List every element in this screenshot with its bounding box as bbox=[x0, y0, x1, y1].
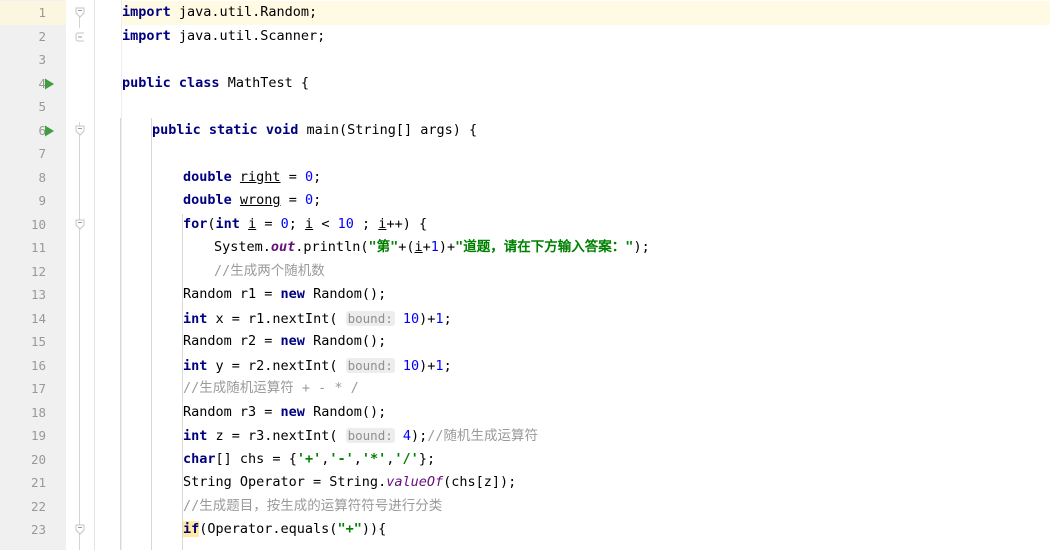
code-text: //生成题目，按生成的运算符符号进行分类 bbox=[183, 497, 443, 514]
code-editor[interactable]: 1 import java.util.Random; 2 import java… bbox=[0, 0, 1050, 550]
code-text: System.out.println("第"+(i+1)+"道题，请在下方输入答… bbox=[214, 239, 650, 255]
code-line[interactable]: 6 public static void main(String[] args)… bbox=[0, 119, 1050, 143]
code-line[interactable]: 14 int x = r1.nextInt( bound: 10)+1; bbox=[0, 307, 1050, 331]
parameter-hint: bound: bbox=[345, 357, 395, 373]
line-number: 22 bbox=[30, 498, 46, 514]
line-number: 6 bbox=[38, 122, 46, 138]
code-text: import java.util.Scanner; bbox=[122, 27, 326, 44]
fold-marker-icon[interactable] bbox=[72, 522, 88, 538]
line-number: 16 bbox=[30, 357, 46, 373]
line-number: 20 bbox=[30, 451, 46, 467]
code-text: int y = r2.nextInt( bound: 10)+1; bbox=[183, 357, 452, 374]
code-line[interactable]: 5 bbox=[0, 95, 1050, 119]
line-number: 11 bbox=[30, 240, 46, 255]
code-line[interactable]: 7 bbox=[0, 142, 1050, 166]
code-line[interactable]: 3 bbox=[0, 48, 1050, 72]
run-arrow-icon[interactable] bbox=[42, 124, 56, 138]
code-line[interactable]: 20 char[] chs = {'+','-','*','/'}; bbox=[0, 448, 1050, 472]
code-line[interactable]: 19 int z = r3.nextInt( bound: 4);//随机生成运… bbox=[0, 424, 1050, 448]
code-line[interactable]: 1 import java.util.Random; bbox=[0, 1, 1050, 25]
code-text: public static void main(String[] args) { bbox=[152, 121, 478, 138]
code-text: //生成随机运算符 + - * / bbox=[183, 380, 359, 396]
line-number: 4 bbox=[38, 75, 46, 91]
code-line[interactable]: 17 //生成随机运算符 + - * / bbox=[0, 377, 1050, 401]
code-text: Random r1 = new Random(); bbox=[183, 286, 387, 302]
line-number: 17 bbox=[30, 381, 46, 396]
line-number: 8 bbox=[38, 169, 46, 185]
code-line[interactable]: 13 Random r1 = new Random(); bbox=[0, 283, 1050, 307]
code-text: int z = r3.nextInt( bound: 4);//随机生成运算符 bbox=[183, 428, 539, 444]
line-number: 10 bbox=[30, 216, 46, 232]
fold-marker-icon[interactable] bbox=[72, 5, 88, 21]
line-number: 5 bbox=[38, 99, 46, 114]
code-text: for(int i = 0; i < 10 ; i++) { bbox=[183, 215, 428, 232]
code-text: double right = 0; bbox=[183, 168, 322, 185]
fold-marker-icon[interactable] bbox=[72, 29, 88, 45]
code-line[interactable]: 21 String Operator = String.valueOf(chs[… bbox=[0, 471, 1050, 495]
code-line[interactable]: 9 double wrong = 0; bbox=[0, 189, 1050, 213]
line-number: 23 bbox=[30, 522, 46, 537]
code-text: Random r3 = new Random(); bbox=[183, 403, 387, 420]
code-text: public class MathTest { bbox=[122, 74, 309, 91]
line-number: 15 bbox=[30, 334, 46, 349]
code-line[interactable]: 2 import java.util.Scanner; bbox=[0, 25, 1050, 49]
code-text: import java.util.Random; bbox=[122, 4, 318, 20]
code-text: //生成两个随机数 bbox=[214, 262, 325, 279]
parameter-hint: bound: bbox=[345, 428, 395, 443]
code-text: Random r2 = new Random(); bbox=[183, 333, 387, 349]
code-line[interactable]: 22 //生成题目，按生成的运算符符号进行分类 bbox=[0, 495, 1050, 519]
line-number: 18 bbox=[30, 404, 46, 420]
code-text: char[] chs = {'+','-','*','/'}; bbox=[183, 450, 436, 467]
code-text: int x = r1.nextInt( bound: 10)+1; bbox=[183, 310, 452, 327]
code-text: String Operator = String.valueOf(chs[z])… bbox=[183, 474, 517, 490]
line-number: 12 bbox=[30, 263, 46, 279]
code-line[interactable]: 23 if(Operator.equals("+")){ bbox=[0, 518, 1050, 542]
fold-marker-icon[interactable] bbox=[72, 217, 88, 233]
code-line[interactable]: 18 Random r3 = new Random(); bbox=[0, 401, 1050, 425]
line-number: 21 bbox=[30, 475, 46, 490]
line-number: 7 bbox=[38, 146, 46, 161]
code-line[interactable]: 10 for(int i = 0; i < 10 ; i++) { bbox=[0, 213, 1050, 237]
code-text: double wrong = 0; bbox=[183, 192, 322, 208]
code-line[interactable]: 16 int y = r2.nextInt( bound: 10)+1; bbox=[0, 354, 1050, 378]
run-arrow-icon[interactable] bbox=[42, 77, 56, 91]
line-number: 19 bbox=[30, 428, 46, 443]
code-line[interactable]: 4 public class MathTest { bbox=[0, 72, 1050, 96]
code-line[interactable]: 12 //生成两个随机数 bbox=[0, 260, 1050, 284]
code-line[interactable]: 15 Random r2 = new Random(); bbox=[0, 330, 1050, 354]
line-number: 9 bbox=[38, 193, 46, 208]
line-number: 2 bbox=[38, 28, 46, 44]
line-number: 13 bbox=[30, 287, 46, 302]
line-number: 14 bbox=[30, 310, 46, 326]
code-line[interactable]: 8 double right = 0; bbox=[0, 166, 1050, 190]
code-line[interactable]: 11 System.out.println("第"+(i+1)+"道题，请在下方… bbox=[0, 236, 1050, 260]
fold-marker-icon[interactable] bbox=[72, 123, 88, 139]
code-text: if(Operator.equals("+")){ bbox=[183, 521, 387, 537]
parameter-hint: bound: bbox=[345, 310, 395, 326]
line-number: 1 bbox=[38, 5, 46, 20]
line-number: 3 bbox=[38, 52, 46, 67]
